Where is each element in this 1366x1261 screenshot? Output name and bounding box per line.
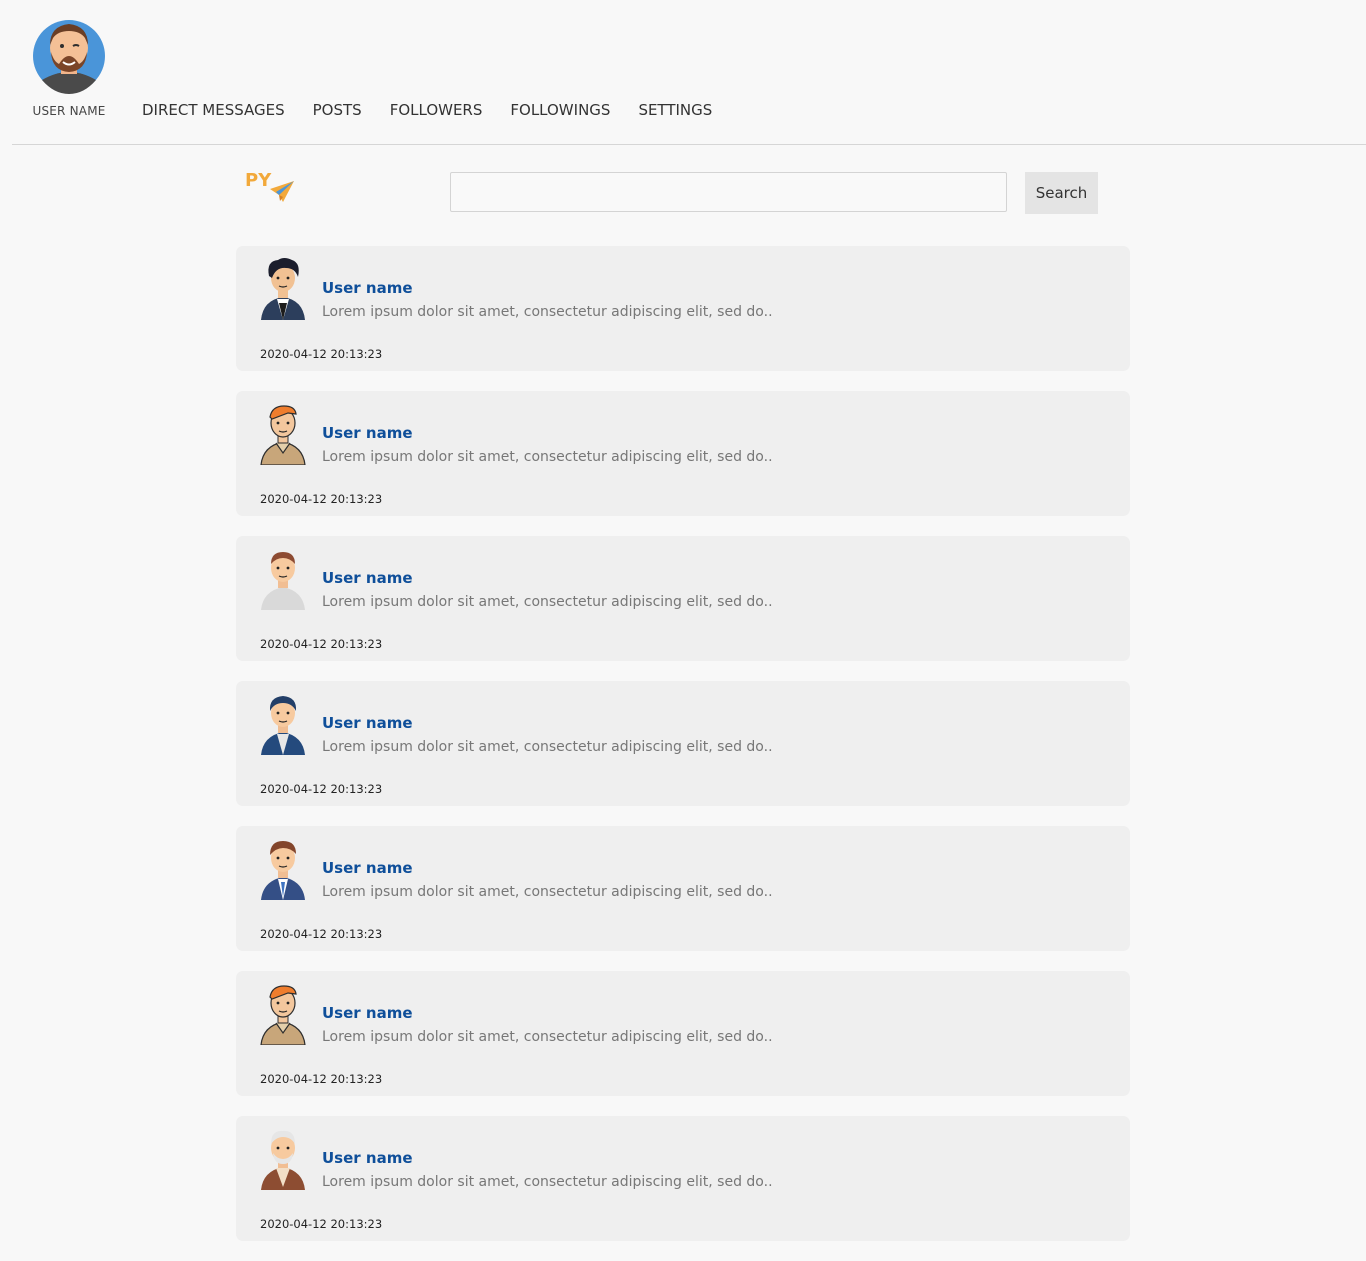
post-timestamp: 2020-04-12 20:13:23: [260, 1072, 383, 1086]
post-card[interactable]: User name Lorem ipsum dolor sit amet, co…: [236, 391, 1130, 516]
post-card[interactable]: User name Lorem ipsum dolor sit amet, co…: [236, 681, 1130, 806]
orange-hair-man-avatar-icon: [260, 405, 306, 465]
search-input[interactable]: [450, 172, 1007, 212]
post-text: Lorem ipsum dolor sit amet, consectetur …: [322, 1174, 773, 1190]
paper-plane-icon: PY: [245, 170, 294, 202]
post-feed: User name Lorem ipsum dolor sit amet, co…: [236, 246, 1130, 1261]
brand-text: PY: [245, 170, 272, 191]
post-text: Lorem ipsum dolor sit amet, consectetur …: [322, 304, 773, 320]
post-text: Lorem ipsum dolor sit amet, consectetur …: [322, 1029, 773, 1045]
nav-followings[interactable]: FOLLOWINGS: [510, 101, 610, 119]
post-username[interactable]: User name: [322, 859, 413, 877]
search-button[interactable]: Search: [1025, 172, 1098, 214]
post-username[interactable]: User name: [322, 569, 413, 587]
post-timestamp: 2020-04-12 20:13:23: [260, 492, 383, 506]
post-timestamp: 2020-04-12 20:13:23: [260, 347, 383, 361]
bearded-man-avatar-icon[interactable]: [32, 14, 106, 96]
old-man-avatar-icon: [261, 1130, 305, 1190]
post-text: Lorem ipsum dolor sit amet, consectetur …: [322, 739, 773, 755]
post-card[interactable]: User name Lorem ipsum dolor sit amet, co…: [236, 971, 1130, 1096]
post-text: Lorem ipsum dolor sit amet, consectetur …: [322, 594, 773, 610]
post-timestamp: 2020-04-12 20:13:23: [260, 782, 383, 796]
nav-direct-messages[interactable]: DIRECT MESSAGES: [142, 101, 285, 119]
casual-man-avatar-icon: [261, 552, 305, 610]
orange-hair-man-avatar-icon: [260, 985, 306, 1045]
nav-settings[interactable]: SETTINGS: [638, 101, 712, 119]
post-card[interactable]: User name Lorem ipsum dolor sit amet, co…: [236, 246, 1130, 371]
post-text: Lorem ipsum dolor sit amet, consectetur …: [322, 884, 773, 900]
post-card[interactable]: User name Lorem ipsum dolor sit amet, co…: [236, 1116, 1130, 1241]
post-username[interactable]: User name: [322, 714, 413, 732]
post-card[interactable]: User name Lorem ipsum dolor sit amet, co…: [236, 536, 1130, 661]
business-man-avatar-icon: [261, 696, 305, 755]
curly-hair-man-avatar-icon: [261, 258, 305, 320]
nav-posts[interactable]: POSTS: [313, 101, 362, 119]
nav-followers[interactable]: FOLLOWERS: [390, 101, 483, 119]
post-username[interactable]: User name: [322, 424, 413, 442]
post-timestamp: 2020-04-12 20:13:23: [260, 1217, 383, 1231]
suit-man-avatar-icon: [261, 841, 305, 900]
brand-logo[interactable]: PY: [245, 166, 297, 206]
post-text: Lorem ipsum dolor sit amet, consectetur …: [322, 449, 773, 465]
post-timestamp: 2020-04-12 20:13:23: [260, 927, 383, 941]
post-username[interactable]: User name: [322, 279, 413, 297]
profile-username[interactable]: USER NAME: [26, 104, 112, 118]
post-username[interactable]: User name: [322, 1149, 413, 1167]
post-username[interactable]: User name: [322, 1004, 413, 1022]
post-timestamp: 2020-04-12 20:13:23: [260, 637, 383, 651]
profile-block[interactable]: USER NAME: [32, 14, 106, 118]
main-navigation: DIRECT MESSAGES POSTS FOLLOWERS FOLLOWIN…: [142, 101, 740, 119]
top-header: USER NAME DIRECT MESSAGES POSTS FOLLOWER…: [12, 0, 1366, 145]
post-card[interactable]: User name Lorem ipsum dolor sit amet, co…: [236, 826, 1130, 951]
